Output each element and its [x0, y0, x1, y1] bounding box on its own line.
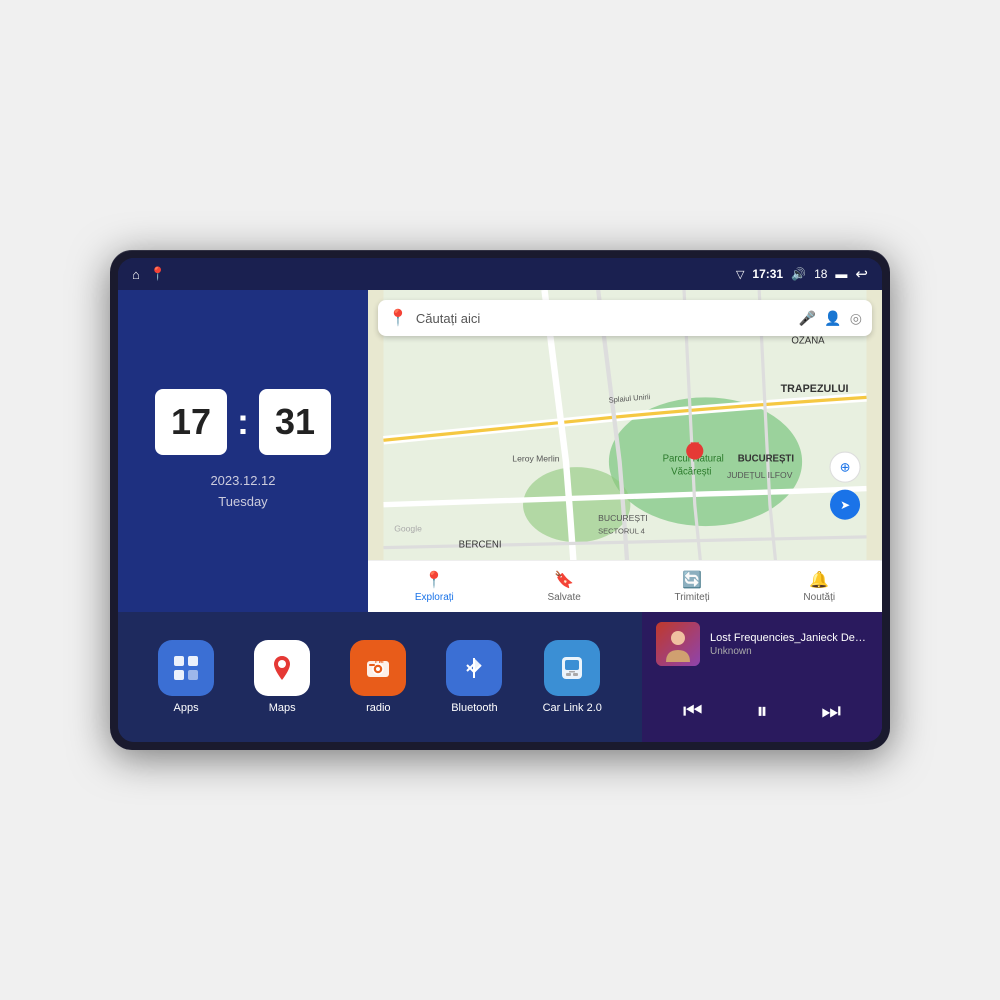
car-head-unit: ⌂ 📍 ▽ 17:31 🔊 18 ▬ ↩ 17 : [110, 250, 890, 750]
svg-text:BERCENI: BERCENI [459, 540, 502, 551]
clock-colon: : [237, 401, 249, 443]
home-icon[interactable]: ⌂ [132, 267, 140, 282]
svg-text:➤: ➤ [840, 498, 850, 512]
battery-level: 18 [814, 267, 827, 281]
apps-row: Apps Maps [118, 612, 642, 742]
music-thumbnail [656, 622, 700, 666]
clock-date-value: 2023.12.12 [210, 471, 275, 492]
clock-date: 2023.12.12 Tuesday [210, 471, 275, 513]
back-icon[interactable]: ↩ [855, 265, 868, 283]
map-nav-explore-label: Explorați [415, 592, 454, 603]
svg-text:JUDEȚUL ILFOV: JUDEȚUL ILFOV [727, 470, 793, 480]
bottom-row: Apps Maps [118, 612, 882, 742]
clock-display: 17 : 31 [155, 389, 331, 455]
clock-widget: 17 : 31 2023.12.12 Tuesday [118, 290, 368, 612]
map-nav-share-label: Trimiteți [675, 592, 710, 603]
app-label-bluetooth: Bluetooth [451, 702, 497, 714]
prev-button[interactable]: ⏮ [673, 694, 713, 728]
svg-text:Leroy Merlin: Leroy Merlin [512, 454, 559, 464]
map-nav-share[interactable]: 🔄 Trimiteți [675, 570, 710, 603]
clock-day-value: Tuesday [210, 492, 275, 513]
music-meta: Lost Frequencies_Janieck Devy-... Unknow… [710, 632, 868, 657]
play-pause-button[interactable]: ⏸ [746, 694, 777, 728]
music-player: Lost Frequencies_Janieck Devy-... Unknow… [642, 612, 882, 742]
device-screen: ⌂ 📍 ▽ 17:31 🔊 18 ▬ ↩ 17 : [118, 258, 882, 742]
svg-text:FM: FM [375, 659, 384, 665]
map-search-bar[interactable]: 📍 Căutați aici 🎤 👤 ◎ [378, 300, 872, 336]
top-row: 17 : 31 2023.12.12 Tuesday [118, 290, 882, 612]
app-label-apps: Apps [174, 702, 199, 714]
map-nav-saved[interactable]: 🔖 Salvate [547, 570, 580, 603]
svg-text:BUCUREȘTI: BUCUREȘTI [598, 513, 648, 523]
news-icon: 🔔 [809, 570, 829, 590]
signal-icon: ▽ [736, 268, 744, 281]
bluetooth-icon [446, 640, 502, 696]
music-title: Lost Frequencies_Janieck Devy-... [710, 632, 868, 644]
app-label-carlink: Car Link 2.0 [543, 702, 602, 714]
map-search-actions: 🎤 👤 ◎ [799, 310, 862, 327]
svg-text:OZANA: OZANA [791, 336, 825, 347]
map-nav-news-label: Noutăți [803, 592, 835, 603]
map-pin-icon: 📍 [388, 308, 408, 328]
map-widget[interactable]: TRAPEZULUI BUCUREȘTI JUDEȚUL ILFOV BERCE… [368, 290, 882, 612]
app-label-maps: Maps [269, 702, 296, 714]
svg-text:TRAPEZULUI: TRAPEZULUI [781, 383, 849, 395]
clock-hours: 17 [155, 389, 227, 455]
map-account-icon[interactable]: 👤 [824, 310, 841, 327]
status-bar: ⌂ 📍 ▽ 17:31 🔊 18 ▬ ↩ [118, 258, 882, 290]
svg-text:⊕: ⊕ [840, 459, 851, 474]
app-item-apps[interactable]: Apps [158, 640, 214, 714]
app-item-maps[interactable]: Maps [254, 640, 310, 714]
music-info: Lost Frequencies_Janieck Devy-... Unknow… [656, 622, 868, 666]
radio-icon: FM [350, 640, 406, 696]
map-mic-icon[interactable]: 🎤 [799, 310, 816, 327]
maps-pin-icon[interactable]: 📍 [150, 266, 166, 282]
status-time: 17:31 [752, 267, 783, 281]
app-item-radio[interactable]: FM radio [350, 640, 406, 714]
status-left: ⌂ 📍 [132, 266, 166, 282]
svg-text:Google: Google [394, 524, 422, 534]
status-right: ▽ 17:31 🔊 18 ▬ ↩ [736, 265, 868, 283]
carlink-icon [544, 640, 600, 696]
svg-text:SECTORUL 4: SECTORUL 4 [598, 527, 645, 536]
map-bottom-bar: 📍 Explorați 🔖 Salvate 🔄 Trimiteți � [368, 560, 882, 612]
apps-icon [158, 640, 214, 696]
clock-minutes: 31 [259, 389, 331, 455]
app-label-radio: radio [366, 702, 390, 714]
saved-icon: 🔖 [554, 570, 574, 590]
map-nav-explore[interactable]: 📍 Explorați [415, 570, 454, 603]
svg-text:BUCUREȘTI: BUCUREȘTI [738, 454, 795, 465]
explore-icon: 📍 [424, 570, 444, 590]
svg-text:Văcărești: Văcărești [671, 467, 711, 478]
app-item-carlink[interactable]: Car Link 2.0 [543, 640, 602, 714]
map-nav-news[interactable]: 🔔 Noutăți [803, 570, 835, 603]
volume-icon: 🔊 [791, 267, 806, 281]
music-artist: Unknown [710, 646, 868, 657]
app-item-bluetooth[interactable]: Bluetooth [446, 640, 502, 714]
maps-icon [254, 640, 310, 696]
share-icon: 🔄 [682, 570, 702, 590]
main-content: 17 : 31 2023.12.12 Tuesday [118, 290, 882, 742]
next-button[interactable]: ⏭ [811, 694, 851, 728]
battery-icon: ▬ [835, 267, 847, 281]
map-layers-icon[interactable]: ◎ [850, 310, 862, 327]
map-nav-saved-label: Salvate [547, 592, 580, 603]
music-controls: ⏮ ⏸ ⏭ [656, 690, 868, 732]
map-search-text[interactable]: Căutați aici [416, 311, 791, 326]
